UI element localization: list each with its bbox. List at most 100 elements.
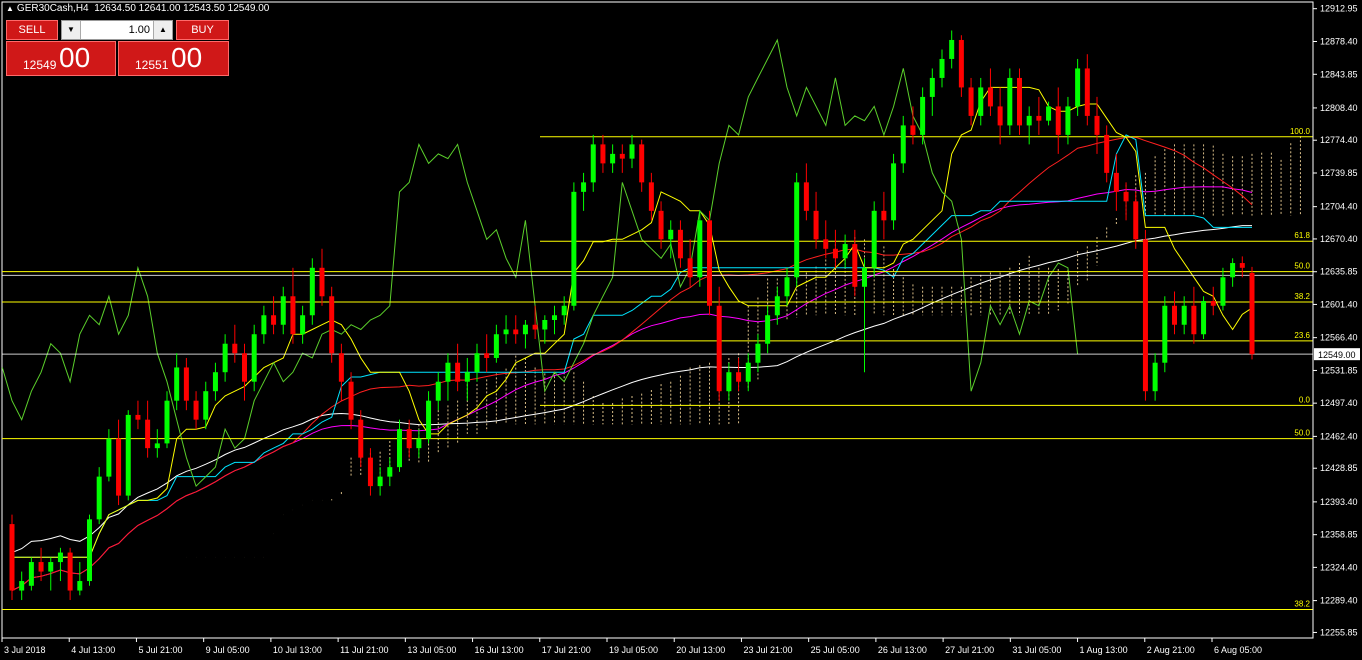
- fib-label: 100.0: [1290, 127, 1311, 136]
- bear-candle: [406, 429, 412, 449]
- y-tick-label: 12531.85: [1320, 365, 1358, 375]
- bull-candle: [929, 77, 935, 97]
- bull-candle: [949, 39, 955, 59]
- bull-candle: [300, 315, 306, 335]
- bear-candle: [319, 267, 325, 297]
- bull-candle: [280, 296, 286, 325]
- bull-candle: [1075, 68, 1081, 107]
- bull-candle: [1201, 301, 1207, 335]
- x-tick-label: 2 Aug 21:00: [1147, 645, 1195, 655]
- buy-price-minor: 00: [171, 42, 203, 73]
- bear-candle: [1084, 68, 1090, 116]
- x-tick-label: 25 Jul 05:00: [811, 645, 860, 655]
- chart-header: ▲ GER30Cash,H4 12634.50 12641.00 12543.50…: [6, 3, 269, 14]
- bull-candle: [464, 372, 470, 382]
- bull-candle: [871, 210, 877, 268]
- bear-candle: [1017, 77, 1022, 126]
- bear-candle: [1239, 263, 1245, 268]
- y-tick-label: 12635.85: [1320, 267, 1358, 277]
- bull-candle: [174, 367, 180, 401]
- bear-candle: [1172, 305, 1177, 325]
- y-tick-label: 12704.40: [1320, 202, 1358, 212]
- x-tick-label: 13 Jul 05:00: [407, 645, 456, 655]
- lot-spinner-icon[interactable]: ▲: [153, 21, 172, 39]
- bull-candle: [1007, 77, 1013, 126]
- bull-candle: [755, 343, 761, 363]
- bear-candle: [987, 87, 993, 107]
- ma-mid-line: [11, 186, 1253, 591]
- lot-size-input[interactable]: [82, 22, 150, 37]
- bear-candle: [1036, 115, 1042, 121]
- bull-candle: [784, 277, 790, 297]
- candles: [9, 30, 1255, 601]
- bull-candle: [445, 362, 451, 382]
- bull-candle: [397, 429, 402, 468]
- bear-candle: [803, 182, 809, 211]
- bull-candle: [610, 153, 616, 164]
- bull-candle: [222, 343, 228, 373]
- bull-candle: [939, 58, 945, 78]
- bear-candle: [290, 296, 296, 335]
- bear-candle: [1113, 172, 1119, 192]
- bear-candle: [1142, 239, 1148, 392]
- bear-candle: [1210, 301, 1216, 306]
- ma-slow-line: [11, 225, 1252, 554]
- bear-candle: [910, 125, 916, 135]
- bull-candle: [1230, 263, 1236, 278]
- x-tick-label: 23 Jul 21:00: [743, 645, 792, 655]
- bull-candle: [774, 296, 780, 316]
- bull-candle: [57, 552, 63, 563]
- x-tick-label: 5 Jul 21:00: [138, 645, 182, 655]
- bull-candle: [920, 96, 926, 135]
- sell-button[interactable]: SELL: [6, 20, 58, 40]
- lot-dropdown-icon[interactable]: ▼: [62, 21, 81, 39]
- buy-button[interactable]: BUY: [176, 20, 229, 40]
- fib-label: 50.0: [1294, 262, 1310, 271]
- y-axis: 12912.95 12878.40 12843.85 12808.40 12774.40…: [1312, 2, 1360, 638]
- bull-candle: [212, 372, 218, 392]
- y-tick-label: 12670.40: [1320, 234, 1358, 244]
- bull-candle: [561, 305, 567, 316]
- bull-candle: [629, 144, 635, 159]
- bear-candle: [958, 39, 964, 88]
- y-tick-label: 12393.40: [1320, 497, 1358, 507]
- y-tick-label: 12601.40: [1320, 299, 1358, 309]
- bear-candle: [716, 305, 722, 392]
- bear-candle: [997, 106, 1003, 126]
- bear-candle: [338, 353, 344, 382]
- y-tick-label: 12358.85: [1320, 530, 1358, 540]
- chikou-line: [1, 38, 1079, 488]
- y-tick-label: 12739.85: [1320, 168, 1358, 178]
- x-tick-label: 16 Jul 13:00: [475, 645, 524, 655]
- fib-label: 38.2: [1294, 292, 1310, 301]
- bull-candle: [726, 372, 732, 392]
- bull-candle: [571, 191, 577, 306]
- bull-candle: [416, 438, 422, 449]
- bull-candle: [164, 400, 170, 444]
- fib-label: 61.8: [1294, 231, 1310, 240]
- y-tick-label: 12462.40: [1320, 431, 1358, 441]
- x-tick-label: 4 Jul 13:00: [71, 645, 115, 655]
- buy-price-box[interactable]: 12551 00: [118, 41, 229, 76]
- bear-candle: [367, 457, 373, 487]
- y-tick-label: 12566.40: [1320, 333, 1358, 343]
- bear-candle: [1104, 134, 1110, 173]
- bull-candle: [891, 163, 897, 221]
- bull-candle: [503, 329, 509, 335]
- y-tick-label: 12808.40: [1320, 103, 1358, 113]
- collapse-triangle-icon[interactable]: ▲: [6, 4, 14, 13]
- x-axis: 3 Jul 2018 4 Jul 13:00 5 Jul 21:00 9 Jul 05…: [1, 637, 1313, 655]
- bear-candle: [619, 153, 625, 159]
- sell-price-box[interactable]: 12549 00: [6, 41, 116, 76]
- bear-candle: [677, 229, 683, 259]
- bull-candle: [435, 381, 441, 401]
- y-tick-label: 12428.85: [1320, 463, 1358, 473]
- sell-price-major: 12549: [23, 58, 57, 72]
- bull-candle: [125, 414, 131, 496]
- x-tick-label: 6 Aug 05:00: [1214, 645, 1262, 655]
- price-chart[interactable]: 100.061.850.038.223.60.050.038.212912.95…: [0, 0, 1362, 660]
- bear-candle: [242, 353, 247, 382]
- x-tick-label: 20 Jul 13:00: [676, 645, 725, 655]
- bear-candle: [348, 381, 354, 420]
- fib-label: 38.2: [1294, 600, 1310, 609]
